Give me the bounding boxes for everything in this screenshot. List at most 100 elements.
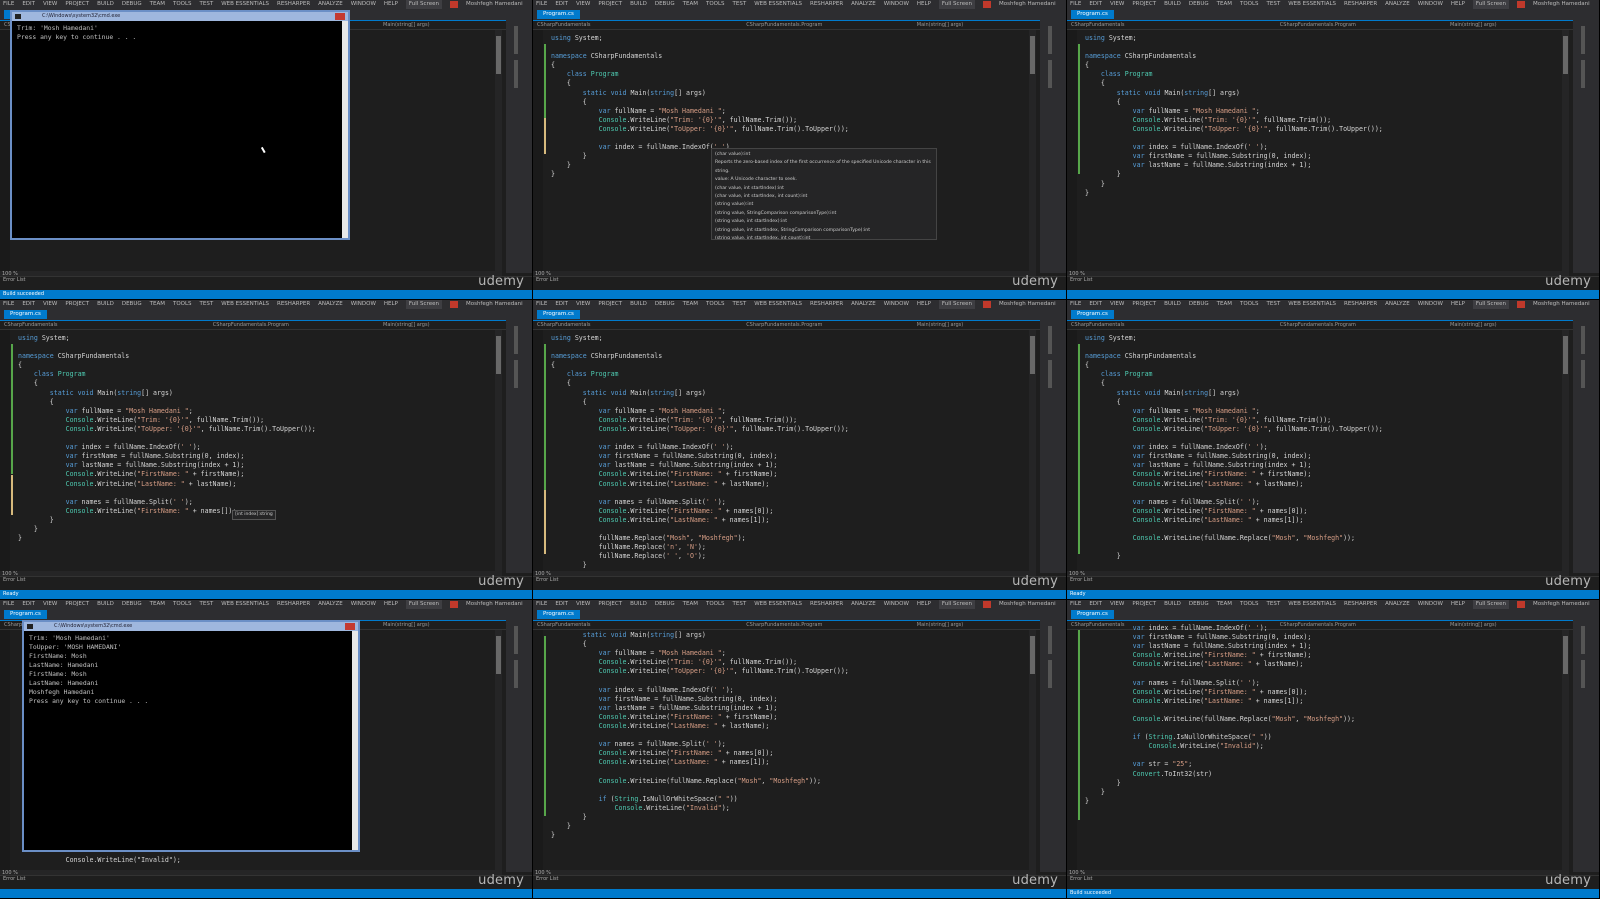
menu-item[interactable]: TEST xyxy=(1267,600,1281,609)
user-name[interactable]: Moshfegh Hamedani xyxy=(466,300,523,309)
menu-item[interactable]: WINDOW xyxy=(1418,600,1443,609)
user-name[interactable]: Moshfegh Hamedani xyxy=(466,600,523,609)
user-name[interactable]: Moshfegh Hamedani xyxy=(999,300,1056,309)
code-editor[interactable]: static void Main(string[] args) { var fu… xyxy=(551,631,1026,840)
menu-item[interactable]: PROJECT xyxy=(65,0,89,9)
intellisense-item[interactable]: (string value):int xyxy=(715,201,933,209)
menu-item[interactable]: VIEW xyxy=(1110,300,1124,309)
menu-item[interactable]: ANALYZE xyxy=(1385,600,1410,609)
console-scrollbar[interactable] xyxy=(342,21,348,238)
menu-item[interactable]: TEAM xyxy=(683,0,698,9)
nav-method-dropdown[interactable]: Main(string[] args) xyxy=(383,321,430,329)
menu-item[interactable]: RESHARPER xyxy=(277,600,310,609)
menu-item[interactable]: TEST xyxy=(1267,0,1281,9)
nav-class-dropdown[interactable]: CSharpFundamentals.Program xyxy=(1280,21,1356,29)
menu-item[interactable]: ANALYZE xyxy=(318,600,343,609)
menu-item[interactable]: WINDOW xyxy=(1418,300,1443,309)
tab-program-cs[interactable]: Program.cs xyxy=(4,610,47,619)
menu-item[interactable]: TOOLS xyxy=(706,600,725,609)
intellisense-item[interactable]: (string value, StringComparison comparis… xyxy=(715,210,933,218)
nav-method-dropdown[interactable]: Main(string[] args) xyxy=(917,21,964,29)
solution-explorer-strip[interactable] xyxy=(506,620,532,872)
menu-item[interactable]: EDIT xyxy=(555,300,568,309)
tab-program-cs[interactable]: Program.cs xyxy=(1071,10,1114,19)
menu-item[interactable]: WEB ESSENTIALS xyxy=(754,600,802,609)
scrollbar-thumb[interactable] xyxy=(496,636,501,674)
menu-item[interactable]: ANALYZE xyxy=(1385,300,1410,309)
menu-item[interactable]: WEB ESSENTIALS xyxy=(221,0,269,9)
menu-item[interactable]: WINDOW xyxy=(1418,0,1443,9)
error-list-tab[interactable]: Error List xyxy=(0,576,532,590)
feedback-icon[interactable] xyxy=(449,601,458,608)
menu-item[interactable]: TEST xyxy=(733,300,747,309)
menu-item[interactable]: VIEW xyxy=(576,300,590,309)
scrollbar-thumb[interactable] xyxy=(496,36,501,74)
feedback-icon[interactable] xyxy=(982,601,991,608)
menu-item[interactable]: FILE xyxy=(3,0,14,9)
editor-scrollbar[interactable] xyxy=(1562,630,1569,870)
menu-item[interactable]: TEAM xyxy=(150,600,165,609)
menu-item[interactable]: HELP xyxy=(917,300,931,309)
fullscreen-button[interactable]: Full Screen xyxy=(1472,600,1509,609)
console-title-bar[interactable]: C:\Windows\system32\cmd.exe xyxy=(24,622,358,631)
fullscreen-button[interactable]: Full Screen xyxy=(938,600,975,609)
intellisense-item[interactable]: (char value, int startIndex):int xyxy=(715,185,933,193)
menu-item[interactable]: RESHARPER xyxy=(810,0,843,9)
fullscreen-button[interactable]: Full Screen xyxy=(938,0,975,9)
menu-item[interactable]: EDIT xyxy=(555,0,568,9)
fullscreen-button[interactable]: Full Screen xyxy=(405,0,442,9)
menu-item[interactable]: TEAM xyxy=(150,0,165,9)
menu-item[interactable]: FILE xyxy=(1070,0,1081,9)
scrollbar-thumb[interactable] xyxy=(496,336,501,374)
user-name[interactable]: Moshfegh Hamedani xyxy=(1533,0,1590,9)
nav-class-dropdown[interactable]: CSharpFundamentals.Program xyxy=(746,21,822,29)
solution-explorer-strip[interactable] xyxy=(1040,320,1066,573)
menu-item[interactable]: RESHARPER xyxy=(277,0,310,9)
menu-item[interactable]: ANALYZE xyxy=(851,300,876,309)
menu-item[interactable]: DEBUG xyxy=(122,600,142,609)
menu-item[interactable]: TEST xyxy=(200,300,214,309)
tab-program-cs[interactable]: Program.cs xyxy=(4,310,47,319)
menu-item[interactable]: DEBUG xyxy=(122,300,142,309)
menu-item[interactable]: WINDOW xyxy=(884,300,909,309)
menu-item[interactable]: VIEW xyxy=(1110,0,1124,9)
menu-item[interactable]: PROJECT xyxy=(598,0,622,9)
intellisense-popup[interactable]: (char value):int Reports the zero-based i… xyxy=(711,148,937,240)
menu-item[interactable]: ANALYZE xyxy=(318,300,343,309)
fullscreen-button[interactable]: Full Screen xyxy=(1472,0,1509,9)
menu-item[interactable]: TOOLS xyxy=(173,0,192,9)
error-list-tab[interactable]: Error List xyxy=(1067,875,1599,889)
menu-item[interactable]: PROJECT xyxy=(1132,600,1156,609)
menu-item[interactable]: BUILD xyxy=(97,0,114,9)
error-list-tab[interactable]: Error List xyxy=(1067,276,1599,290)
menu-item[interactable]: HELP xyxy=(917,0,931,9)
solution-explorer-strip[interactable] xyxy=(1573,320,1599,573)
menu-item[interactable]: WINDOW xyxy=(884,600,909,609)
menu-item[interactable]: BUILD xyxy=(1164,600,1181,609)
error-list-tab[interactable]: Error List xyxy=(0,875,532,889)
fullscreen-button[interactable]: Full Screen xyxy=(405,300,442,309)
tab-program-cs[interactable]: Program.cs xyxy=(537,610,580,619)
menu-item[interactable]: TEST xyxy=(1267,300,1281,309)
menu-item[interactable]: TEAM xyxy=(1217,600,1232,609)
menu-item[interactable]: TOOLS xyxy=(1240,300,1259,309)
nav-project-dropdown[interactable]: CSharpFundamentals xyxy=(537,321,590,329)
scrollbar-thumb[interactable] xyxy=(1030,336,1035,374)
nav-method-dropdown[interactable]: Main(string[] args) xyxy=(383,21,430,29)
menu-item[interactable]: VIEW xyxy=(43,0,57,9)
menu-item[interactable]: FILE xyxy=(536,0,547,9)
nav-project-dropdown[interactable]: CSharpFundamentals xyxy=(537,621,590,629)
user-name[interactable]: Moshfegh Hamedani xyxy=(999,600,1056,609)
nav-method-dropdown[interactable]: Main(string[] args) xyxy=(1450,321,1497,329)
menu-item[interactable]: HELP xyxy=(1451,300,1465,309)
menu-item[interactable]: TEST xyxy=(200,0,214,9)
menu-item[interactable]: BUILD xyxy=(97,600,114,609)
nav-project-dropdown[interactable]: CSharpFundamentals xyxy=(537,21,590,29)
menu-item[interactable]: ANALYZE xyxy=(1385,0,1410,9)
editor-scrollbar[interactable] xyxy=(1029,330,1036,571)
console-scrollbar[interactable] xyxy=(352,631,358,850)
menu-item[interactable]: WEB ESSENTIALS xyxy=(754,300,802,309)
code-editor[interactable]: using System; namespace CSharpFundamenta… xyxy=(1085,34,1559,198)
menu-item[interactable]: TEST xyxy=(200,600,214,609)
intellisense-item[interactable]: (string value, int startIndex):int xyxy=(715,218,933,226)
